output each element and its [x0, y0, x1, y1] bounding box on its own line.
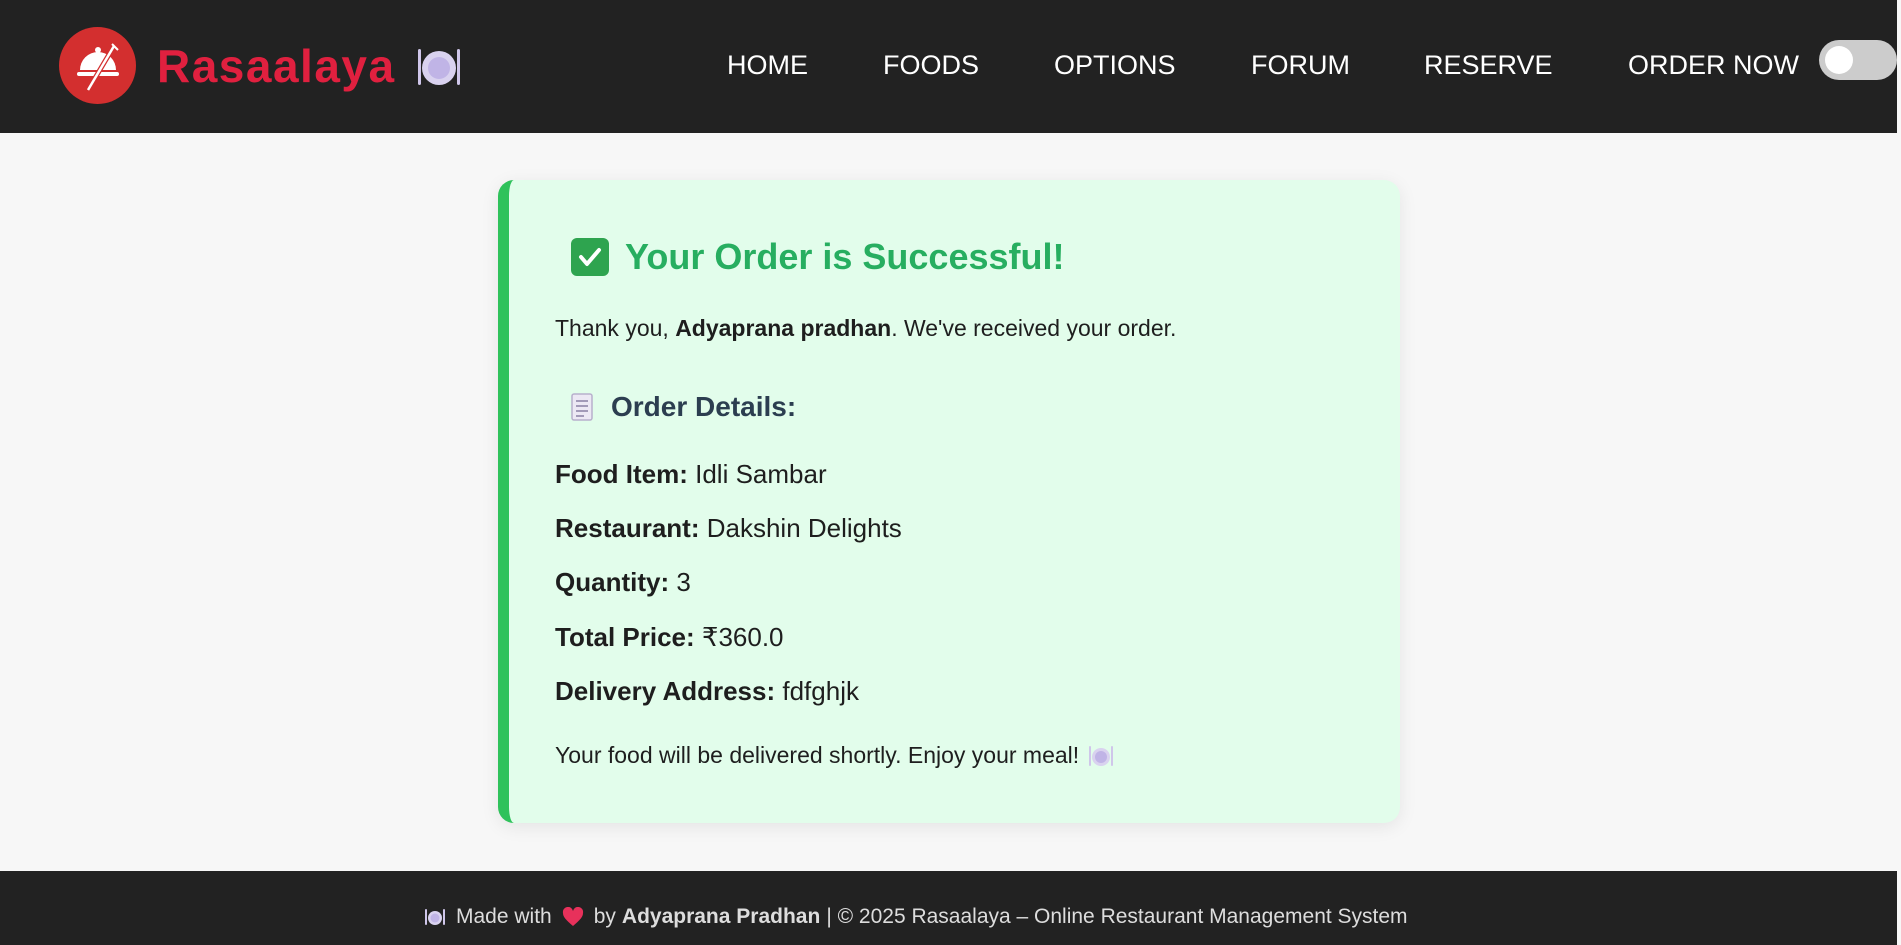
thanks-prefix: Thank you, — [555, 315, 676, 341]
footer-made-with: Made with — [456, 905, 552, 928]
success-title: Your Order is Successful! — [625, 236, 1065, 277]
closing-message: Your food will be delivered shortly. Enj… — [555, 742, 1114, 769]
nav-reserve[interactable]: RESERVE — [1424, 50, 1553, 81]
footer-copyright: | © 2025 Rasaalaya – Online Restaurant M… — [826, 905, 1408, 928]
thanks-message: Thank you, Adyaprana pradhan. We've rece… — [555, 315, 1176, 342]
thanks-suffix: . We've received your order. — [891, 315, 1177, 341]
delivery-address-label: Delivery Address: — [555, 676, 776, 706]
quantity-value: 3 — [676, 567, 691, 597]
check-mark-icon — [571, 238, 609, 276]
quantity-row: Quantity: 3 — [555, 567, 691, 598]
restaurant-row: Restaurant: Dakshin Delights — [555, 513, 902, 544]
plate-icon — [424, 907, 446, 927]
brand-name: Rasaalaya — [157, 39, 396, 92]
nav-home[interactable]: HOME — [727, 50, 808, 81]
plate-icon — [1088, 744, 1114, 768]
nav-foods[interactable]: FOODS — [883, 50, 979, 81]
nav-options[interactable]: OPTIONS — [1054, 50, 1176, 81]
receipt-icon — [571, 393, 593, 421]
toggle-knob — [1825, 46, 1853, 74]
food-item-value: Idli Sambar — [695, 459, 827, 489]
total-price-label: Total Price: — [555, 622, 695, 652]
delivery-address-value: fdfghjk — [782, 676, 859, 706]
nav-order-now[interactable]: ORDER NOW — [1628, 50, 1799, 81]
footer-by: by — [593, 905, 616, 928]
top-navbar: Rasaalaya HOME FOODS OPTIONS FORUM RESER… — [0, 0, 1897, 133]
total-price-value: ₹360.0 — [701, 622, 784, 652]
footer-credit: Made with by Adyaprana Pradhan | © 2025 … — [424, 905, 1408, 929]
food-item-row: Food Item: Idli Sambar — [555, 459, 827, 490]
theme-toggle[interactable] — [1819, 40, 1897, 80]
details-heading-text: Order Details: — [611, 391, 797, 422]
nav-forum[interactable]: FORUM — [1251, 50, 1350, 81]
customer-name: Adyaprana pradhan — [675, 315, 892, 341]
order-success-card: Your Order is Successful! Thank you, Ady… — [498, 180, 1400, 823]
footer: Made with by Adyaprana Pradhan | © 2025 … — [0, 871, 1897, 945]
footer-author: Adyaprana Pradhan — [621, 905, 821, 928]
logo-icon — [59, 27, 136, 104]
closing-text: Your food will be delivered shortly. Enj… — [555, 742, 1080, 768]
order-details-heading: Order Details: — [571, 391, 796, 423]
delivery-address-row: Delivery Address: fdfghjk — [555, 676, 859, 707]
food-item-label: Food Item: — [555, 459, 688, 489]
heart-icon — [562, 907, 584, 927]
success-heading: Your Order is Successful! — [571, 236, 1064, 278]
brand[interactable]: Rasaalaya — [59, 27, 462, 104]
plate-icon — [416, 45, 462, 87]
restaurant-value: Dakshin Delights — [706, 513, 902, 543]
total-price-row: Total Price: ₹360.0 — [555, 622, 784, 653]
quantity-label: Quantity: — [555, 567, 670, 597]
restaurant-label: Restaurant: — [555, 513, 700, 543]
